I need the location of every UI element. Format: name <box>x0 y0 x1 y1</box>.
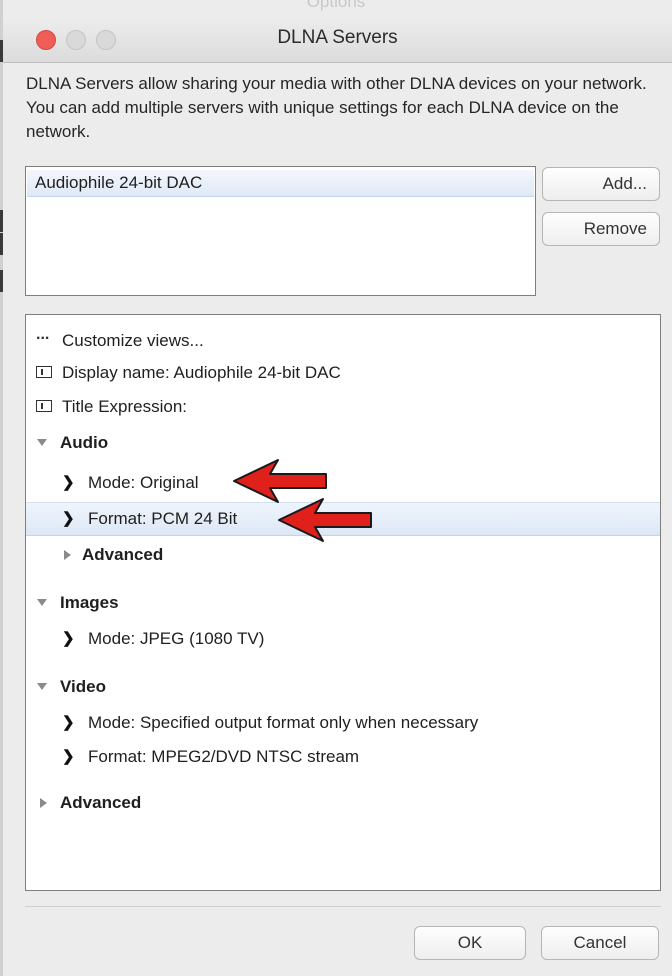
disclosure-right-icon[interactable] <box>64 550 71 560</box>
red-arrow-icon <box>278 498 372 542</box>
chevron-down-icon[interactable]: ❯ <box>62 473 75 491</box>
advanced-group-label: Advanced <box>60 793 142 812</box>
left-edge-mark <box>0 210 3 232</box>
server-name: Audiophile 24-bit DAC <box>35 173 203 192</box>
disclosure-down-icon[interactable] <box>37 599 47 606</box>
text-field-icon <box>36 366 52 378</box>
window-title: DLNA Servers <box>277 27 398 48</box>
server-list-item[interactable]: Audiophile 24-bit DAC <box>27 170 534 197</box>
display-name-item[interactable]: Display name: Audiophile 24-bit DAC <box>26 357 660 389</box>
left-edge-mark <box>0 270 3 292</box>
chevron-down-icon[interactable]: ❯ <box>62 629 75 647</box>
description-text: DLNA Servers allow sharing your media wi… <box>26 74 647 141</box>
server-list[interactable]: Audiophile 24-bit DAC <box>25 166 536 296</box>
video-format-item[interactable]: ❯ Format: MPEG2/DVD NTSC stream <box>26 741 660 773</box>
chevron-down-icon[interactable]: ❯ <box>62 509 75 527</box>
video-format-label: Format: MPEG2/DVD NTSC stream <box>88 747 360 766</box>
disclosure-right-icon[interactable] <box>40 798 47 808</box>
video-mode-label: Mode: Specified output format only when … <box>88 713 479 732</box>
title-expression-item[interactable]: Title Expression: <box>26 391 660 423</box>
chevron-down-icon[interactable]: ❯ <box>62 747 75 765</box>
audio-mode-item[interactable]: ❯ Mode: Original <box>26 467 660 499</box>
disclosure-down-icon[interactable] <box>37 683 47 690</box>
footer-divider <box>25 906 661 907</box>
ok-button[interactable]: OK <box>414 926 526 960</box>
customize-views-label: Customize views... <box>62 331 204 350</box>
images-mode-item[interactable]: ❯ Mode: JPEG (1080 TV) <box>26 623 660 655</box>
video-group-label: Video <box>60 677 106 696</box>
remove-server-button[interactable]: Remove <box>542 212 660 246</box>
title-bar: DLNA Servers <box>3 18 672 63</box>
display-name-label: Display name: Audiophile 24-bit DAC <box>62 363 341 382</box>
server-options-tree: ... Customize views... Display name: Aud… <box>25 314 661 891</box>
background-window-title: Options <box>306 0 366 11</box>
audio-format-label: Format: PCM 24 Bit <box>88 509 238 528</box>
audio-mode-label: Mode: Original <box>88 473 199 492</box>
add-server-button[interactable]: Add... <box>542 167 660 201</box>
left-edge-mark <box>0 233 3 255</box>
left-window-edge <box>0 0 3 976</box>
disclosure-down-icon[interactable] <box>37 439 47 446</box>
audio-group[interactable]: Audio <box>26 427 660 459</box>
ellipsis-icon: ... <box>36 326 50 343</box>
audio-group-label: Audio <box>60 433 109 452</box>
images-group[interactable]: Images <box>26 587 660 619</box>
images-group-label: Images <box>60 593 119 612</box>
cancel-button[interactable]: Cancel <box>541 926 659 960</box>
title-expression-label: Title Expression: <box>62 397 188 416</box>
text-field-icon <box>36 400 52 412</box>
customize-views-item[interactable]: ... Customize views... <box>26 325 660 357</box>
audio-advanced-label: Advanced <box>82 545 164 564</box>
images-mode-label: Mode: JPEG (1080 TV) <box>88 629 265 648</box>
advanced-group[interactable]: Advanced <box>26 787 660 819</box>
audio-advanced-group[interactable]: Advanced <box>26 539 660 571</box>
video-mode-item[interactable]: ❯ Mode: Specified output format only whe… <box>26 707 660 739</box>
video-group[interactable]: Video <box>26 671 660 703</box>
chevron-down-icon[interactable]: ❯ <box>62 713 75 731</box>
